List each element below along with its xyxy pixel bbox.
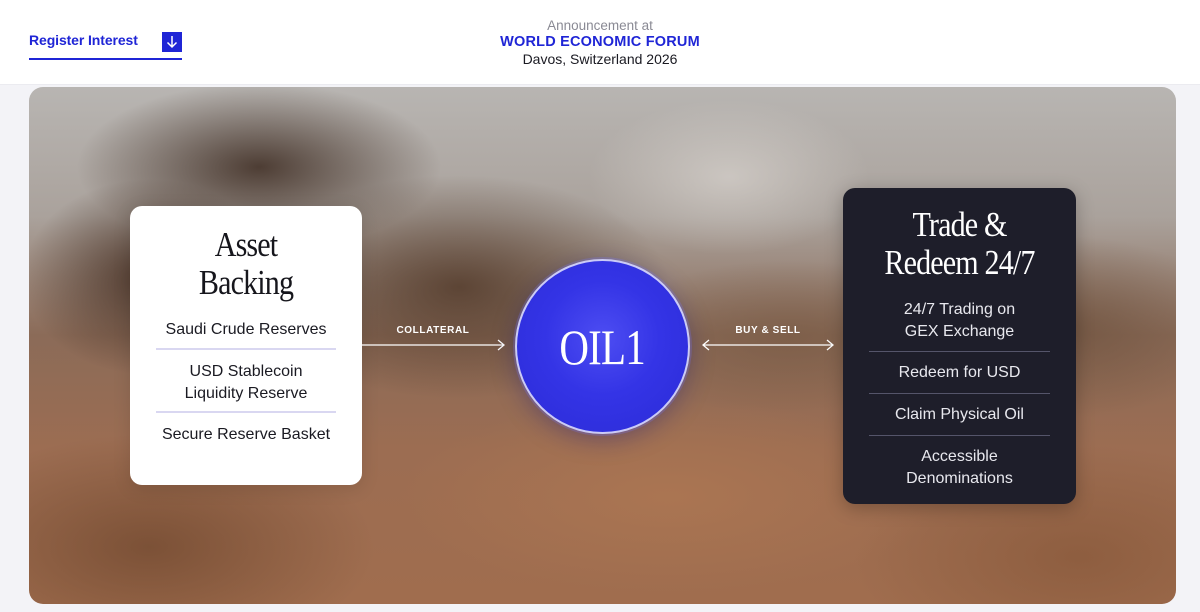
asset-backing-title: Asset Backing: [146, 226, 346, 302]
collateral-arrow-icon: [362, 339, 506, 351]
asset-item-usd-stablecoin-line1: USD Stablecoin: [189, 363, 303, 380]
asset-backing-card: Asset Backing Saudi Crude Reserves USD S…: [130, 206, 362, 485]
trade-redeem-title: Trade & Redeem 24/7: [859, 206, 1059, 282]
trade-item-redeem-usd: Redeem for USD: [898, 364, 1021, 381]
asset-item-usd-stablecoin: USD Stablecoin Liquidity Reserve: [130, 361, 362, 405]
asset-item-saudi-crude: Saudi Crude Reserves: [165, 321, 327, 338]
asset-divider: [156, 411, 336, 413]
buy-sell-arrow-icon: [701, 339, 835, 351]
register-interest-label: Register Interest: [29, 32, 138, 48]
trade-redeem-title-line1: Trade &: [912, 205, 1007, 244]
trade-divider: [869, 351, 1050, 352]
arrow-down-icon: [162, 32, 182, 52]
collateral-label: COLLATERAL: [396, 325, 470, 336]
trade-redeem-title-line2: Redeem 24/7: [884, 243, 1035, 282]
register-interest-link[interactable]: Register Interest: [29, 27, 182, 60]
asset-backing-title-line2: Backing: [198, 263, 294, 302]
asset-divider: [156, 348, 336, 350]
oil1-token: OIL1: [515, 259, 690, 434]
trade-item-denominations: Accessible Denominations: [843, 446, 1076, 490]
asset-item-reserve-basket: Secure Reserve Basket: [161, 426, 331, 443]
announcement-event: WORLD ECONOMIC FORUM: [500, 34, 700, 50]
trade-redeem-card: Trade & Redeem 24/7 24/7 Trading on GEX …: [843, 188, 1076, 504]
header: Register Interest Announcement at WORLD …: [0, 0, 1200, 85]
trade-item-denominations-line2: Denominations: [906, 470, 1013, 487]
trade-item-gex-exchange-line1: 24/7 Trading on: [903, 301, 1016, 318]
announcement-location: Davos, Switzerland 2026: [522, 51, 678, 67]
announcement-pretext: Announcement at: [547, 18, 653, 33]
oil1-token-label: OIL1: [559, 318, 646, 375]
trade-item-denominations-line1: Accessible: [921, 448, 998, 465]
trade-item-gex-exchange-line2: GEX Exchange: [904, 323, 1015, 340]
trade-divider: [869, 393, 1050, 394]
asset-backing-title-line1: Asset: [214, 225, 278, 264]
trade-divider: [869, 435, 1050, 436]
announcement: Announcement at WORLD ECONOMIC FORUM Dav…: [400, 17, 800, 68]
trade-item-gex-exchange: 24/7 Trading on GEX Exchange: [843, 299, 1076, 343]
trade-item-claim-oil: Claim Physical Oil: [895, 406, 1024, 423]
asset-item-usd-stablecoin-line2: Liquidity Reserve: [184, 385, 308, 402]
buy-sell-label: BUY & SELL: [735, 325, 801, 336]
